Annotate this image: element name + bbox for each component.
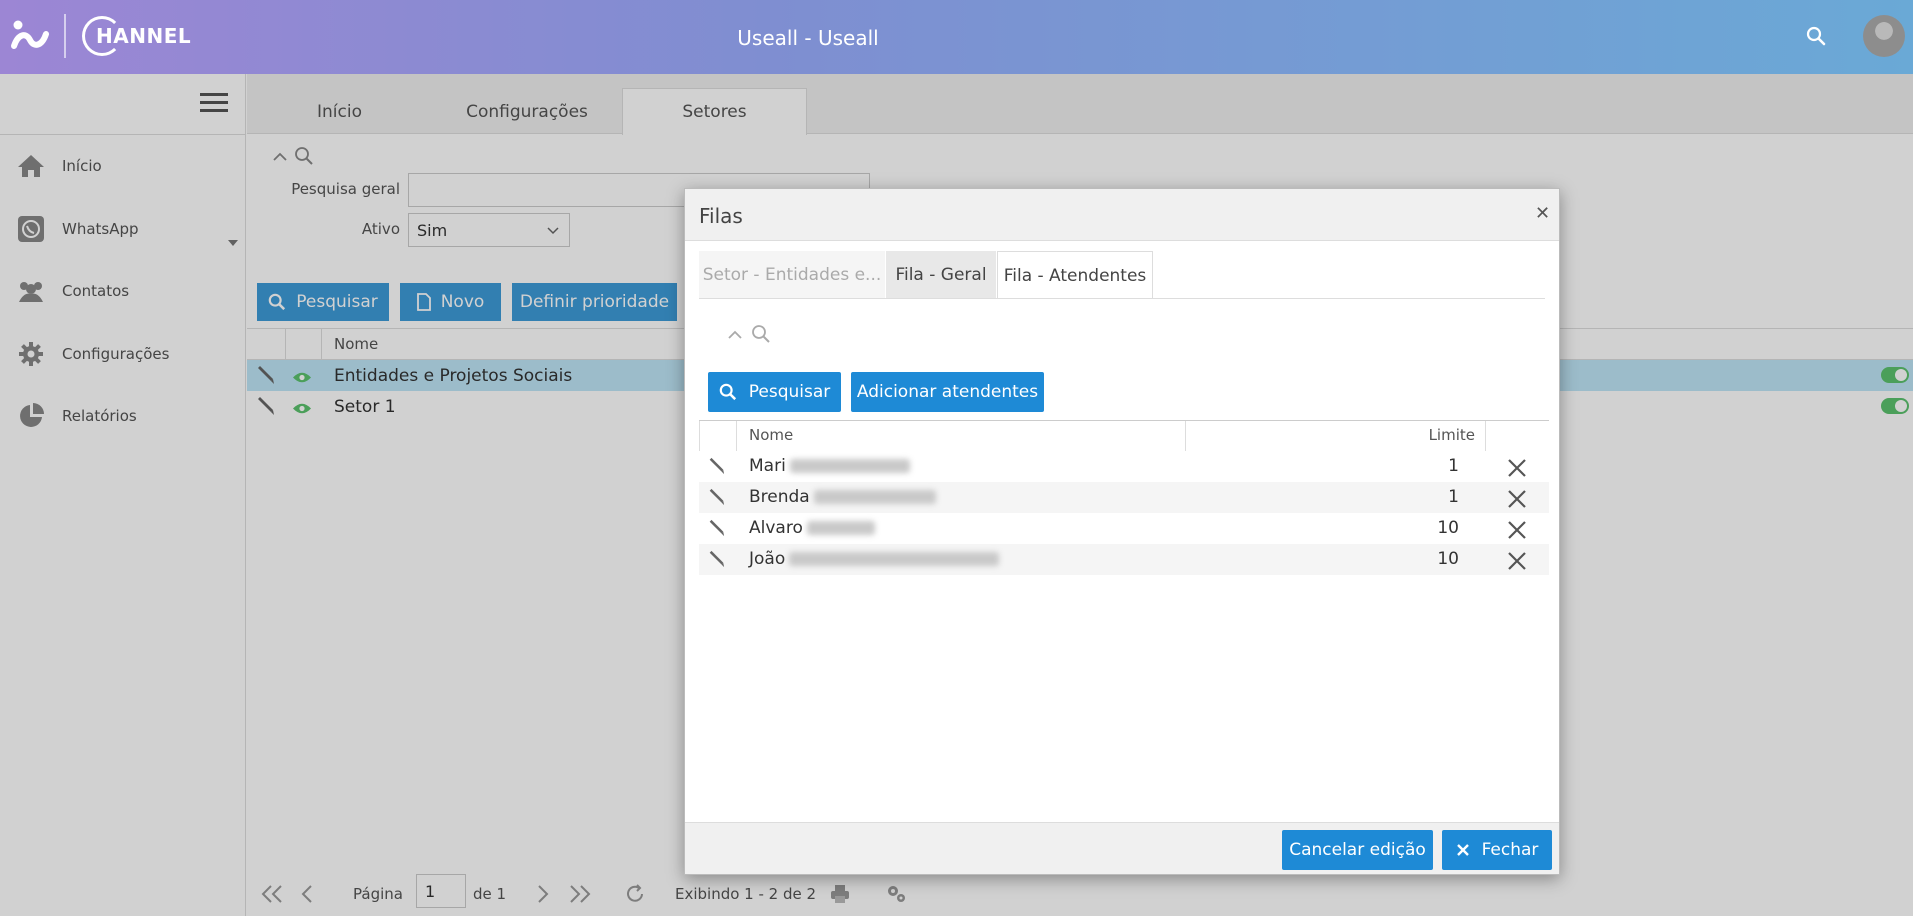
table-row[interactable]: João 10 (699, 544, 1549, 575)
attendants-grid: Nome Limite Mari 1 Brenda 1 Alvaro 10 Jo… (699, 420, 1549, 575)
attendant-name: Alvaro (749, 518, 803, 538)
attendant-limit: 10 (1437, 518, 1459, 538)
attendant-limit: 1 (1448, 487, 1459, 507)
close-icon[interactable]: ✕ (1535, 203, 1550, 224)
close-button-label: Fechar (1481, 840, 1539, 860)
table-row[interactable]: Brenda 1 (699, 482, 1549, 513)
search-icon[interactable] (1806, 26, 1826, 50)
dialog-header (685, 189, 1559, 241)
redacted-surname (789, 459, 910, 473)
search-button-label: Pesquisar (748, 382, 831, 402)
filas-dialog: Filas ✕ Setor - Entidades e... Fila - Ge… (684, 188, 1560, 875)
attendant-name: Mari (749, 456, 786, 476)
delete-x-icon[interactable] (1506, 520, 1528, 544)
close-button[interactable]: Fechar (1442, 830, 1552, 870)
cancel-edit-button[interactable]: Cancelar edição (1282, 830, 1433, 870)
attendant-name-cell: Mari (749, 456, 910, 476)
tab-fila-atendentes[interactable]: Fila - Atendentes (997, 251, 1153, 299)
attendant-limit: 1 (1448, 456, 1459, 476)
search-icon (752, 325, 770, 343)
close-x-icon (1456, 844, 1469, 856)
chevron-up-icon (728, 330, 742, 339)
tab-label: Setor - Entidades e... (702, 265, 882, 285)
redacted-surname (806, 521, 875, 535)
attendant-name-cell: Brenda (749, 487, 936, 507)
delete-x-icon[interactable] (1506, 458, 1528, 482)
filter-toggle[interactable] (727, 324, 771, 344)
tab-fila-geral[interactable]: Fila - Geral (886, 251, 996, 299)
edit-pencil-icon[interactable] (707, 488, 725, 510)
add-attendants-button[interactable]: Adicionar atendentes (851, 372, 1044, 412)
table-row[interactable]: Alvaro 10 (699, 513, 1549, 544)
redacted-surname (789, 552, 1000, 566)
user-avatar[interactable] (1863, 15, 1905, 57)
app-title: Useall - Useall (737, 26, 879, 50)
edit-pencil-icon[interactable] (707, 457, 725, 479)
attendant-limit: 10 (1437, 549, 1459, 569)
attendant-name: João (749, 549, 786, 569)
tab-label: Fila - Geral (895, 265, 987, 285)
cancel-button-label: Cancelar edição (1289, 840, 1426, 860)
delete-x-icon[interactable] (1506, 551, 1528, 575)
dialog-title: Filas (699, 204, 743, 228)
attendant-name: Brenda (749, 487, 810, 507)
tab-label: Fila - Atendentes (1003, 265, 1147, 286)
add-button-label: Adicionar atendentes (856, 382, 1039, 402)
tabs-divider (699, 298, 1545, 299)
attendant-name-cell: Alvaro (749, 518, 875, 538)
search-button[interactable]: Pesquisar (708, 372, 841, 412)
redacted-surname (813, 490, 936, 504)
attendant-name-cell: João (749, 549, 1000, 569)
tab-setor[interactable]: Setor - Entidades e... (699, 251, 885, 299)
delete-x-icon[interactable] (1506, 489, 1528, 513)
search-icon (719, 383, 736, 401)
edit-pencil-icon[interactable] (707, 550, 725, 572)
edit-pencil-icon[interactable] (707, 519, 725, 541)
table-row[interactable]: Mari 1 (699, 451, 1549, 482)
